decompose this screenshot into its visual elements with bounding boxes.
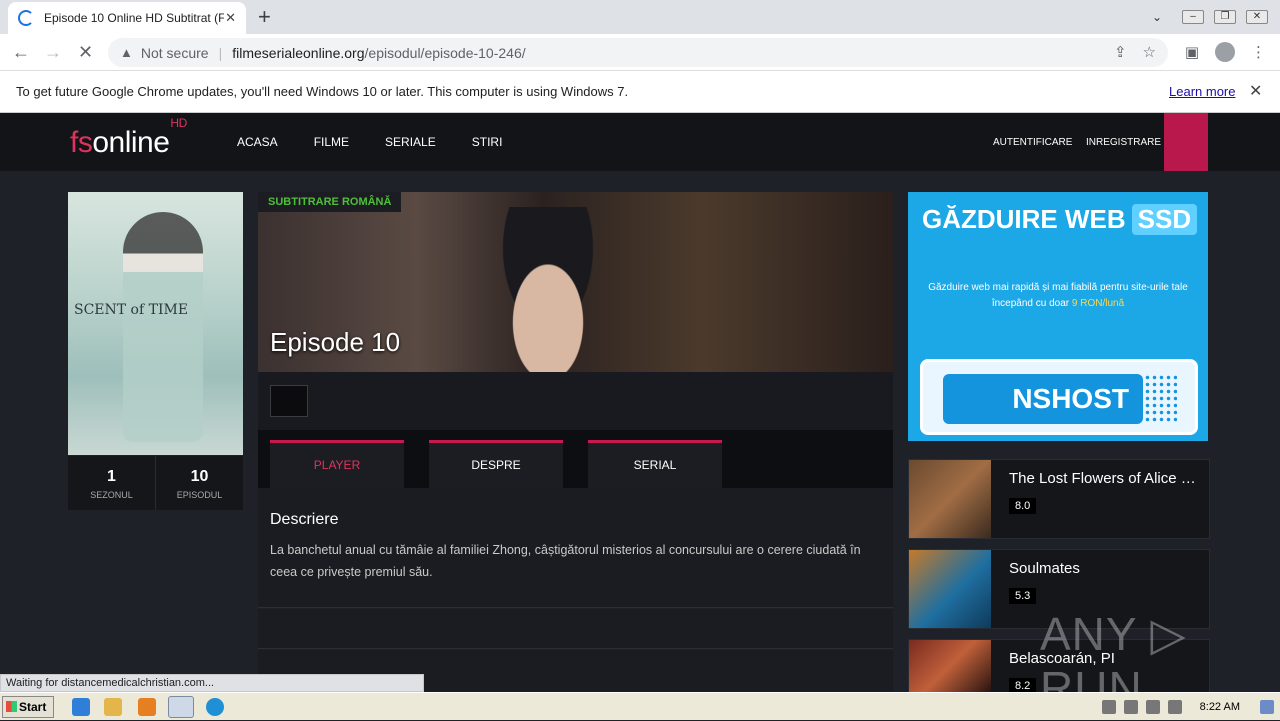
nav-stiri[interactable]: STIRI xyxy=(472,135,503,149)
site-header: fsonlineHD ACASA FILME SERIALE STIRI AUT… xyxy=(0,113,1280,171)
episode-hero-banner: SUBTITRARE ROMÂNĂ Episode 10 xyxy=(258,192,893,372)
tab-player[interactable]: PLAYER xyxy=(270,440,404,488)
episode-label: EPISODUL xyxy=(176,490,223,500)
episode-title: Episode 10 xyxy=(270,327,401,357)
sidebar-item-lost-flowers[interactable]: The Lost Flowers of Alice Hart 8.0 xyxy=(908,459,1210,539)
omnibox-separator: | xyxy=(218,44,223,61)
login-link[interactable]: AUTENTIFICARE xyxy=(993,137,1072,148)
toolbar-actions: ▣ ⋮ xyxy=(1185,42,1266,62)
profile-avatar-icon[interactable] xyxy=(1215,42,1235,62)
chrome-taskbar-icon[interactable] xyxy=(168,696,194,718)
hero-image xyxy=(478,207,618,372)
empty-action-box[interactable] xyxy=(270,385,308,417)
description-panel: Descriere La banchetul anual cu tămâie a… xyxy=(258,488,893,608)
browser-tab-bar: Episode 10 Online HD Subtitrat (FSO ✕ + … xyxy=(0,0,1280,34)
tab-despre[interactable]: DESPRE xyxy=(429,440,563,488)
thumbnail-image xyxy=(909,640,991,692)
stop-icon[interactable]: ✕ xyxy=(78,42,93,63)
ad-vent-dots xyxy=(1137,374,1177,424)
explorer-folder-icon[interactable] xyxy=(104,698,122,716)
action-center-flag-icon[interactable] xyxy=(1167,700,1182,714)
start-button[interactable]: Start xyxy=(2,696,54,718)
poster-figure xyxy=(123,212,203,442)
sidebar-item-title: The Lost Flowers of Alice Hart xyxy=(1009,470,1205,487)
url-host: filmeserialeonline.org xyxy=(232,44,365,61)
browser-status-bar: Waiting for distancemedicalchristian.com… xyxy=(0,674,424,692)
not-secure-label: Not secure xyxy=(140,44,209,61)
ad-server-graphic: NSHOST xyxy=(920,359,1198,435)
poster-title: SCENT of TIME xyxy=(74,302,189,318)
thumbnail-image xyxy=(909,460,991,538)
ad-price: 9 RON/lună xyxy=(1071,298,1125,309)
address-bar: ← → ✕ ▲ Not secure | filmeserialeonline.… xyxy=(0,34,1280,71)
ad-text: Găzduire web mai rapidă și mai fiabilă p… xyxy=(928,282,1188,309)
new-tab-button[interactable]: + xyxy=(258,4,271,30)
ad-brand-logo: NSHOST xyxy=(943,374,1143,424)
network-icon[interactable] xyxy=(1145,700,1160,714)
register-link[interactable]: INREGISTRARE xyxy=(1086,137,1161,148)
minimize-button[interactable]: – xyxy=(1182,10,1204,24)
episode-number: 10 xyxy=(190,468,209,485)
tab-serial[interactable]: SERIAL xyxy=(588,440,722,488)
hero-toolbar xyxy=(258,372,893,430)
back-icon[interactable]: ← xyxy=(12,42,30,63)
infobar-message: To get future Google Chrome updates, you… xyxy=(16,84,629,99)
season-label: SEZONUL xyxy=(90,490,133,500)
tab-close-icon[interactable]: ✕ xyxy=(225,10,236,26)
share-icon[interactable]: ⇪ xyxy=(1114,43,1127,61)
bookmark-star-icon[interactable]: ☆ xyxy=(1143,43,1156,61)
content-row xyxy=(258,609,893,649)
tab-search-chevron-icon[interactable]: ⌄ xyxy=(1152,10,1162,24)
ad-heading: GĂZDUIRE WEB SSD xyxy=(922,204,1198,235)
description-text: La banchetul anual cu tămâie al familiei… xyxy=(270,543,861,579)
learn-more-link[interactable]: Learn more xyxy=(1169,84,1235,99)
episode-stat: 10 EPISODUL xyxy=(156,456,243,510)
rating-badge: 5.3 xyxy=(1009,588,1037,604)
tab-title: Episode 10 Online HD Subtitrat (FSO xyxy=(44,11,224,25)
browser-tab[interactable]: Episode 10 Online HD Subtitrat (FSO ✕ xyxy=(8,2,246,34)
poster-stats: 1 SEZONUL 10 EPISODUL xyxy=(68,456,243,510)
tray-arrow-icon[interactable] xyxy=(1101,700,1116,714)
ie-icon[interactable] xyxy=(72,698,90,716)
system-tray: 8:22 AM xyxy=(1101,693,1280,721)
rating-badge: 8.0 xyxy=(1009,498,1037,514)
volume-icon[interactable] xyxy=(1123,700,1138,714)
hosting-ad-banner[interactable]: GĂZDUIRE WEB SSD Găzduire web mai rapidă … xyxy=(908,192,1208,441)
url-path: /episodul/episode-10-246/ xyxy=(364,44,526,61)
menu-kebab-icon[interactable]: ⋮ xyxy=(1251,43,1266,61)
omnibox-actions: ⇪ ☆ xyxy=(1114,43,1156,61)
main-nav: ACASA FILME SERIALE STIRI xyxy=(237,135,538,149)
clock[interactable]: 8:22 AM xyxy=(1200,701,1240,713)
nav-filme[interactable]: FILME xyxy=(314,135,349,149)
series-poster[interactable]: SCENT of TIME xyxy=(68,192,243,455)
site-logo[interactable]: fsonlineHD xyxy=(70,116,187,160)
side-panel-icon[interactable]: ▣ xyxy=(1185,43,1199,61)
nav-seriale[interactable]: SERIALE xyxy=(385,135,436,149)
window-controls: ⌄ – ❐ ✕ xyxy=(1152,0,1268,34)
windows-taskbar: Start 8:22 AM xyxy=(0,692,1280,720)
edge-icon[interactable] xyxy=(206,698,224,716)
thumbnail-image xyxy=(909,550,991,628)
forward-icon[interactable]: → xyxy=(44,42,62,63)
sidebar-item-title: Soulmates xyxy=(1009,560,1080,577)
ad-ssd-badge: SSD xyxy=(1131,204,1198,235)
show-desktop-icon[interactable] xyxy=(1260,700,1274,714)
warning-icon: ▲ xyxy=(120,45,133,60)
header-accent-button[interactable] xyxy=(1164,113,1208,171)
close-window-button[interactable]: ✕ xyxy=(1246,10,1268,24)
description-heading: Descriere xyxy=(270,511,339,528)
nav-acasa[interactable]: ACASA xyxy=(237,135,278,149)
windows-flag-icon xyxy=(6,701,17,712)
season-number: 1 xyxy=(107,468,116,485)
loading-spinner-icon xyxy=(18,10,34,26)
update-infobar: To get future Google Chrome updates, you… xyxy=(0,71,1280,113)
season-stat: 1 SEZONUL xyxy=(68,456,156,510)
media-player-icon[interactable] xyxy=(138,698,156,716)
omnibox[interactable]: ▲ Not secure | filmeserialeonline.org/ep… xyxy=(108,38,1168,67)
restore-button[interactable]: ❐ xyxy=(1214,10,1236,24)
content-tabs: PLAYER DESPRE SERIAL xyxy=(258,430,893,488)
infobar-close-icon[interactable]: ✕ xyxy=(1249,81,1262,101)
subtitle-badge: SUBTITRARE ROMÂNĂ xyxy=(258,192,402,212)
